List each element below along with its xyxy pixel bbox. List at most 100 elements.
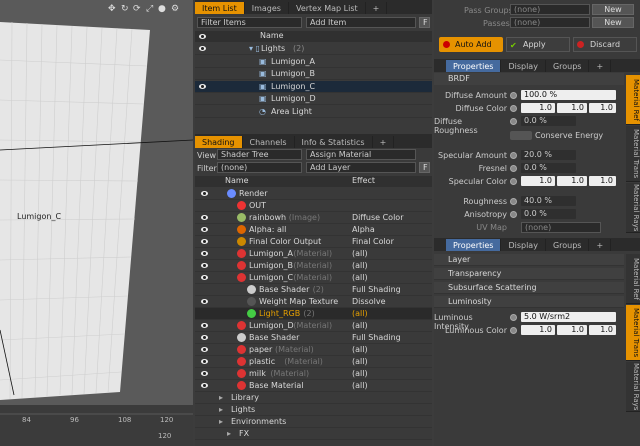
- brdf-section[interactable]: BRDF: [434, 73, 624, 85]
- shader-tree-row[interactable]: plastic (Material) (all): [195, 356, 432, 368]
- shader-layer-effect[interactable]: (all): [352, 260, 368, 272]
- vtab-material-ref-1[interactable]: Material Ref: [626, 75, 640, 125]
- uv-map-dropdown[interactable]: (none): [521, 222, 601, 233]
- shader-tree-row[interactable]: ▸ FX: [195, 428, 432, 440]
- subsurface-section[interactable]: Subsurface Scattering: [434, 282, 624, 294]
- visibility-eye-icon[interactable]: [201, 275, 208, 280]
- specular-color-r[interactable]: 1.0: [521, 176, 555, 186]
- visibility-eye-icon[interactable]: [201, 323, 208, 328]
- luminous-color-g[interactable]: 1.0: [557, 325, 587, 335]
- luminous-color-r[interactable]: 1.0: [521, 325, 555, 335]
- item-list-row[interactable]: ▣ Lumigon_B: [195, 68, 432, 80]
- expand-arrow-icon[interactable]: ▸: [219, 392, 223, 404]
- shader-tree-row[interactable]: ▸ Library: [195, 392, 432, 404]
- add-tab-button[interactable]: +: [366, 2, 388, 14]
- shader-tree-row[interactable]: Render: [195, 188, 432, 200]
- shader-layer-effect[interactable]: (all): [352, 356, 368, 368]
- visibility-eye-icon[interactable]: [199, 46, 206, 51]
- shader-tree-row[interactable]: Weight Map Texture Dissolve: [195, 296, 432, 308]
- envelope-dot[interactable]: [510, 178, 517, 185]
- visibility-eye-icon[interactable]: [201, 383, 208, 388]
- anisotropy-field[interactable]: 0.0 %: [521, 209, 576, 219]
- roughness-field[interactable]: 40.0 %: [521, 196, 576, 206]
- shader-layer-effect[interactable]: (all): [352, 344, 368, 356]
- luminous-color-b[interactable]: 1.0: [589, 325, 616, 335]
- tab-vertex-map-list[interactable]: Vertex Map List: [289, 2, 366, 14]
- tab-groups[interactable]: Groups: [546, 239, 590, 251]
- zoom-icon[interactable]: ⤢: [146, 4, 153, 14]
- add-layer-dropdown[interactable]: Add Layer: [306, 162, 416, 173]
- vtab-material-rays-2[interactable]: Material Rays: [626, 362, 640, 412]
- vtab-material-trans-2[interactable]: Material Trans: [626, 305, 640, 361]
- diffuse-color-b[interactable]: 1.0: [589, 103, 616, 113]
- visibility-eye-icon[interactable]: [201, 215, 208, 220]
- envelope-dot[interactable]: [510, 118, 517, 125]
- shader-tree-row[interactable]: paper (Material) (all): [195, 344, 432, 356]
- luminous-intensity-field[interactable]: 5.0 W/srm2: [521, 312, 616, 322]
- add-tab-button[interactable]: +: [373, 136, 395, 148]
- pass-groups-dropdown[interactable]: (none): [510, 4, 590, 15]
- shader-layer-effect[interactable]: Full Shading: [352, 332, 401, 344]
- filter-f-button[interactable]: F: [419, 162, 430, 173]
- shader-tree-row[interactable]: milk (Material) (all): [195, 368, 432, 380]
- shader-tree-row[interactable]: Lumigon_A (Material) (all): [195, 248, 432, 260]
- luminosity-section[interactable]: Luminosity: [434, 296, 624, 308]
- shader-tree-row[interactable]: Light_RGB (2) (all): [195, 308, 432, 320]
- specular-amount-field[interactable]: 20.0 %: [521, 150, 576, 160]
- visibility-eye-icon[interactable]: [201, 227, 208, 232]
- shader-tree-row[interactable]: Alpha: all Alpha: [195, 224, 432, 236]
- visibility-eye-icon[interactable]: [201, 191, 208, 196]
- tab-item-list[interactable]: Item List: [195, 2, 245, 14]
- tab-shading[interactable]: Shading: [195, 136, 243, 148]
- shader-tree-row[interactable]: ▸ Environments: [195, 416, 432, 428]
- specular-color-b[interactable]: 1.0: [589, 176, 616, 186]
- timeline-ruler[interactable]: 84 96 108 120: [0, 408, 193, 424]
- new-pass-button[interactable]: New: [592, 17, 634, 28]
- shader-layer-effect[interactable]: Full Shading: [352, 284, 401, 296]
- shader-tree-row[interactable]: Lumigon_D (Material) (all): [195, 320, 432, 332]
- expand-arrow-icon[interactable]: ▸: [219, 416, 223, 428]
- refresh-icon[interactable]: ⟳: [133, 4, 141, 14]
- shader-tree-row[interactable]: Base Material (all): [195, 380, 432, 392]
- gear-icon[interactable]: ⚙: [171, 4, 179, 14]
- shader-tree-row[interactable]: Lumigon_B (Material) (all): [195, 260, 432, 272]
- envelope-dot[interactable]: [510, 211, 517, 218]
- view-dropdown[interactable]: Shader Tree: [217, 149, 302, 160]
- visibility-eye-icon[interactable]: [201, 251, 208, 256]
- visibility-eye-icon[interactable]: [201, 371, 208, 376]
- diffuse-color-g[interactable]: 1.0: [557, 103, 587, 113]
- shader-layer-effect[interactable]: Final Color: [352, 236, 394, 248]
- tab-display[interactable]: Display: [501, 239, 546, 251]
- diffuse-color-r[interactable]: 1.0: [521, 103, 555, 113]
- shader-layer-effect[interactable]: (all): [352, 248, 368, 260]
- filter-items-dropdown[interactable]: Filter Items: [197, 17, 302, 28]
- vtab-material-trans-1[interactable]: Material Trans: [626, 126, 640, 182]
- visibility-eye-icon[interactable]: [199, 83, 206, 89]
- layer-section[interactable]: Layer: [434, 254, 624, 266]
- tab-info-statistics[interactable]: Info & Statistics: [295, 136, 373, 148]
- shader-tree-row[interactable]: rainbowh (Image) Diffuse Color: [195, 212, 432, 224]
- diffuse-roughness-field[interactable]: 0.0 %: [521, 116, 576, 126]
- passes-dropdown[interactable]: (none): [510, 17, 590, 28]
- envelope-dot[interactable]: [510, 314, 517, 321]
- visibility-eye-icon[interactable]: [201, 335, 208, 340]
- rotate-icon[interactable]: ↻: [121, 4, 129, 14]
- shader-tree-row[interactable]: Base Shader Full Shading: [195, 332, 432, 344]
- tab-properties[interactable]: Properties: [446, 239, 502, 251]
- sphere-icon[interactable]: ●: [158, 4, 166, 14]
- specular-color-g[interactable]: 1.0: [557, 176, 587, 186]
- shader-tree-row[interactable]: Final Color Output Final Color: [195, 236, 432, 248]
- fresnel-field[interactable]: 0.0 %: [521, 163, 576, 173]
- visibility-eye-icon[interactable]: [201, 263, 208, 268]
- tab-display[interactable]: Display: [501, 60, 546, 72]
- assign-material-button[interactable]: Assign Material: [306, 149, 416, 160]
- visibility-eye-icon[interactable]: [201, 239, 208, 244]
- envelope-dot[interactable]: [510, 327, 517, 334]
- transparency-section[interactable]: Transparency: [434, 268, 624, 280]
- shader-tree-row[interactable]: OUT: [195, 200, 432, 212]
- shader-tree-row[interactable]: ▸ Lights: [195, 404, 432, 416]
- envelope-dot[interactable]: [510, 92, 517, 99]
- expand-arrow-icon[interactable]: ▸: [227, 428, 231, 440]
- visibility-eye-icon[interactable]: [201, 347, 208, 352]
- envelope-dot[interactable]: [510, 198, 517, 205]
